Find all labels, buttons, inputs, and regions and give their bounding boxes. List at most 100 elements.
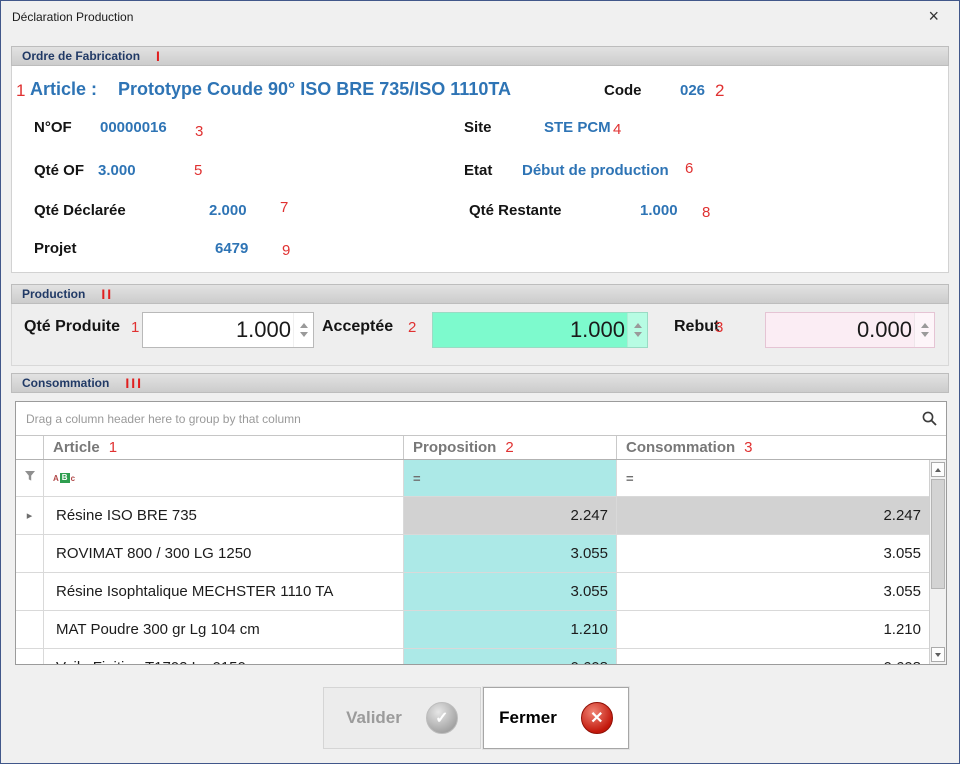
close-icon[interactable]: × [928,7,939,25]
header-indicator-cell [16,436,44,459]
table-row[interactable]: Résine Isophtalique MECHSTER 1110 TA 3.0… [16,573,929,611]
cell-article[interactable]: ROVIMAT 800 / 300 LG 1250 [44,535,404,572]
cell-proposition[interactable]: 3.055 [404,573,617,610]
annotation-col-1: 1 [109,439,117,456]
qte-produite-input[interactable]: 1.000 [142,312,314,348]
cell-article[interactable]: Résine Isophtalique MECHSTER 1110 TA [44,573,404,610]
article-filter-cell[interactable]: ABc [44,460,404,496]
etat-value: Début de production [522,162,669,179]
search-icon[interactable] [921,410,938,430]
annotation-qte-declaree: 7 [280,199,288,216]
close-cross-icon: ✕ [581,702,613,734]
consommation-grid: Drag a column header here to group by th… [15,401,947,665]
code-label: Code [604,82,642,99]
equals-icon: = [626,471,634,486]
row-indicator-cell[interactable] [16,611,44,648]
projet-value: 6479 [215,240,248,257]
cell-consommation[interactable]: 3.055 [617,535,929,572]
etat-label: Etat [464,162,492,179]
spin-down-icon[interactable] [921,332,929,337]
cell-consommation[interactable]: 0.608 [617,649,929,665]
consommation-filter-cell[interactable]: = [617,460,929,496]
nof-label: N°OF [34,119,72,136]
row-indicator-cell[interactable]: ▸ [16,497,44,534]
table-row[interactable]: ROVIMAT 800 / 300 LG 1250 3.055 3.055 [16,535,929,573]
filter-indicator-cell [16,460,44,496]
cell-consommation[interactable]: 3.055 [617,573,929,610]
annotation-col-3: 3 [744,439,752,456]
qte-produite-spinner[interactable] [293,313,313,347]
cell-consommation[interactable]: 1.210 [617,611,929,648]
row-indicator-cell[interactable] [16,573,44,610]
rebut-value: 0.000 [766,313,912,347]
rebut-spinner[interactable] [914,313,934,347]
cell-article[interactable]: Résine ISO BRE 735 [44,497,404,534]
section-title: Consommation [22,376,109,390]
rebut-input[interactable]: 0.000 [765,312,935,348]
spin-up-icon[interactable] [300,323,308,328]
funnel-icon [24,469,36,487]
spin-up-icon[interactable] [921,323,929,328]
table-row[interactable]: Voile Finition T1702 Lg 0150 0.608 0.608 [16,649,929,665]
vertical-scrollbar[interactable] [929,460,946,664]
titlebar: Déclaration Production × [1,1,959,33]
section-header-ordre-fabrication: Ordre de Fabrication I [11,46,949,66]
proposition-filter-cell[interactable]: = [404,460,617,496]
grid-body: ABc = = ▸ Résine ISO BRE 735 2.247 2.247… [16,460,946,664]
valider-button[interactable]: Valider ✓ [323,687,481,749]
site-value: STE PCM [544,119,611,136]
valider-label: Valider [346,708,402,728]
acceptee-value: 1.000 [433,313,625,347]
spin-down-icon[interactable] [300,332,308,337]
table-row[interactable]: ▸ Résine ISO BRE 735 2.247 2.247 [16,497,929,535]
cell-proposition[interactable]: 3.055 [404,535,617,572]
acceptee-spinner[interactable] [627,313,647,347]
section-marker-1: I [156,48,162,64]
group-panel-text: Drag a column header here to group by th… [26,412,301,426]
qte-restante-value: 1.000 [640,202,678,219]
row-indicator-cell[interactable] [16,535,44,572]
cell-proposition[interactable]: 1.210 [404,611,617,648]
acceptee-label: Acceptée [322,318,393,336]
spin-up-icon[interactable] [634,323,642,328]
annotation-projet: 9 [282,242,290,259]
site-label: Site [464,119,492,136]
arrow-up-icon [935,468,941,472]
cell-proposition[interactable]: 0.608 [404,649,617,665]
grid-group-panel[interactable]: Drag a column header here to group by th… [16,402,946,436]
annotation-nof: 3 [195,123,203,140]
spin-down-icon[interactable] [634,332,642,337]
row-indicator-cell[interactable] [16,649,44,665]
qte-restante-label: Qté Restante [469,202,562,219]
scrollbar-thumb[interactable] [931,479,945,589]
column-header-consommation[interactable]: Consommation 3 [617,436,946,459]
acceptee-input[interactable]: 1.000 [432,312,648,348]
table-row[interactable]: MAT Poudre 300 gr Lg 104 cm 1.210 1.210 [16,611,929,649]
fermer-button[interactable]: Fermer ✕ [483,687,629,749]
cell-consommation[interactable]: 2.247 [617,497,929,534]
section-title: Ordre de Fabrication [22,49,140,63]
expand-icon: ▸ [27,509,33,522]
code-value: 026 [680,82,705,99]
section-marker-3: III [125,375,143,391]
annotation-qte-of: 5 [194,162,202,179]
annotation-etat: 6 [685,160,693,177]
annotation-qte-restante: 8 [702,204,710,221]
cell-article[interactable]: Voile Finition T1702 Lg 0150 [44,649,404,665]
annotation-col-2: 2 [505,439,513,456]
check-icon: ✓ [426,702,458,734]
cell-proposition[interactable]: 2.247 [404,497,617,534]
column-label: Consommation [626,439,735,456]
nof-value: 00000016 [100,119,167,136]
section-marker-2: II [101,286,113,302]
scroll-up-button[interactable] [931,462,945,477]
scroll-down-button[interactable] [931,647,945,662]
column-header-proposition[interactable]: Proposition 2 [404,436,617,459]
section-header-production: Production II [11,284,949,304]
column-header-article[interactable]: Article 1 [44,436,404,459]
cell-article[interactable]: MAT Poudre 300 gr Lg 104 cm [44,611,404,648]
section-header-consommation: Consommation III [11,373,949,393]
abc-filter-icon: ABc [53,473,75,483]
annotation-prod-1: 1 [131,319,139,336]
annotation-code: 2 [715,81,724,101]
